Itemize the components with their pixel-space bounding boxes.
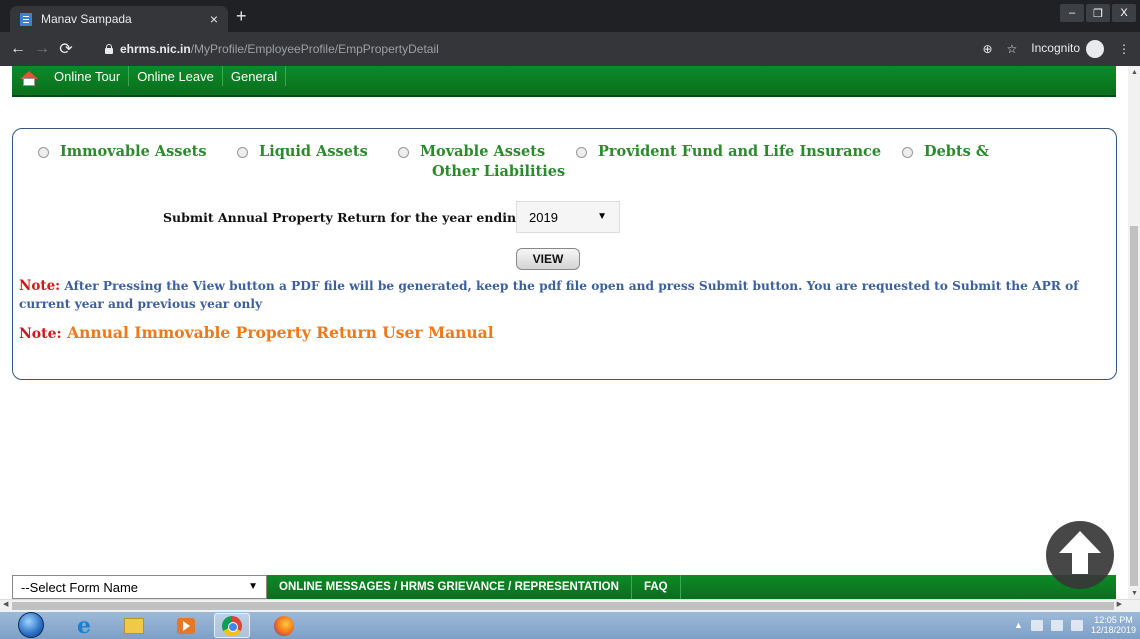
nav-item-online-tour[interactable]: Online Tour: [46, 66, 130, 86]
year-ending-select[interactable]: 2019 ▼: [516, 201, 620, 233]
lock-icon: [104, 44, 114, 54]
incognito-label: Incognito: [1031, 41, 1080, 56]
tray-expand-icon[interactable]: ▲: [1014, 620, 1023, 630]
nav-item-general[interactable]: General: [223, 66, 287, 86]
scroll-down-arrow-icon[interactable]: ▼: [1131, 590, 1138, 597]
address-bar: ← → ⟳ ehrms.nic.in/MyProfile/EmployeePro…: [0, 32, 1140, 66]
system-tray: ▲ 12:05 PM 12/18/2019: [1014, 615, 1136, 635]
action-center-flag-icon[interactable]: [1030, 619, 1043, 631]
clock-date: 12/18/2019: [1090, 625, 1136, 635]
dropdown-arrow-icon: ▼: [597, 211, 607, 222]
url-field[interactable]: ehrms.nic.in/MyProfile/EmployeeProfile/E…: [104, 36, 984, 62]
scroll-to-top-button[interactable]: [1046, 521, 1114, 589]
incognito-indicator[interactable]: Incognito: [1031, 40, 1104, 58]
radio-label: Debts &: [924, 143, 989, 160]
up-arrow-icon: [1059, 531, 1101, 553]
radio-movable-assets[interactable]: Movable Assets: [398, 143, 545, 160]
radio-button-icon[interactable]: [398, 147, 409, 158]
radio-label: Provident Fund and Life Insurance: [598, 143, 882, 160]
top-nav-menu: Online Tour Online Leave General: [12, 66, 1116, 97]
internet-explorer-icon[interactable]: e: [66, 613, 102, 639]
note-label: Note:: [19, 278, 61, 294]
page-viewport: Online Tour Online Leave General Immovab…: [0, 66, 1128, 599]
file-explorer-icon[interactable]: [116, 613, 152, 638]
bottom-nav-bar: --Select Form Name ▼ ONLINE MESSAGES / H…: [12, 575, 1116, 599]
radio-button-icon[interactable]: [38, 147, 49, 158]
form-select-value: --Select Form Name: [21, 580, 139, 595]
radio-button-icon[interactable]: [902, 147, 913, 158]
scroll-right-arrow-icon[interactable]: ▶: [1117, 600, 1122, 608]
note-label: Note:: [19, 326, 62, 342]
scroll-up-arrow-icon[interactable]: ▲: [1131, 69, 1138, 76]
page-favicon-icon: [20, 12, 32, 26]
browser-tab[interactable]: Manav Sampada ×: [10, 6, 228, 32]
bookmark-star-icon[interactable]: ☆: [1007, 42, 1018, 56]
radio-label-continued: Other Liabilities: [432, 163, 566, 180]
horizontal-scroll-thumb[interactable]: [12, 602, 1114, 610]
clock-time: 12:05 PM: [1094, 615, 1133, 625]
tab-title: Manav Sampada: [41, 12, 132, 26]
radio-liquid-assets[interactable]: Liquid Assets: [237, 143, 368, 160]
zoom-icon[interactable]: ⊕: [982, 42, 992, 56]
faq-link[interactable]: FAQ: [632, 575, 681, 599]
firefox-icon[interactable]: [266, 613, 302, 638]
view-instructions-note: Note: After Pressing the View button a P…: [19, 277, 1079, 313]
radio-button-icon[interactable]: [237, 147, 248, 158]
radio-label: Immovable Assets: [60, 143, 207, 160]
radio-label: Liquid Assets: [259, 143, 368, 160]
user-manual-link[interactable]: Annual Immovable Property Return User Ma…: [67, 323, 494, 342]
back-arrow-icon[interactable]: ←: [6, 40, 30, 58]
radio-debts-label-line2: Other Liabilities: [432, 163, 565, 180]
vertical-scroll-thumb[interactable]: [1130, 226, 1138, 586]
reload-icon[interactable]: ⟳: [54, 39, 78, 59]
nav-item-online-leave[interactable]: Online Leave: [129, 66, 223, 86]
radio-button-icon[interactable]: [576, 147, 587, 158]
vertical-scrollbar[interactable]: ▲ ▼: [1128, 66, 1140, 599]
horizontal-scrollbar[interactable]: ◀ ▶: [0, 599, 1140, 612]
radio-provident-fund[interactable]: Provident Fund and Life Insurance: [576, 143, 881, 160]
up-arrow-icon-stem: [1072, 552, 1088, 574]
radio-immovable-assets[interactable]: Immovable Assets: [38, 143, 207, 160]
minimize-button[interactable]: –: [1060, 4, 1084, 22]
maximize-button[interactable]: ❐: [1086, 4, 1110, 22]
window-controls: – ❐ X: [1060, 4, 1136, 22]
forward-arrow-icon[interactable]: →: [30, 40, 54, 58]
radio-label: Movable Assets: [420, 143, 546, 160]
online-messages-link[interactable]: ONLINE MESSAGES / HRMS GRIEVANCE / REPRE…: [267, 575, 632, 599]
new-tab-button[interactable]: +: [236, 7, 247, 25]
note-text: After Pressing the View button a PDF fil…: [19, 279, 1079, 311]
property-return-card: Immovable Assets Liquid Assets Movable A…: [12, 128, 1117, 380]
year-select-value: 2019: [529, 210, 558, 225]
tab-close-icon[interactable]: ×: [210, 11, 218, 27]
year-ending-label: Submit Annual Property Return for the ye…: [163, 210, 525, 225]
close-window-button[interactable]: X: [1112, 4, 1136, 22]
dropdown-arrow-icon: ▼: [248, 581, 258, 592]
radio-debts[interactable]: Debts &: [902, 143, 989, 160]
scroll-left-arrow-icon[interactable]: ◀: [3, 600, 8, 608]
url-path: /MyProfile/EmployeeProfile/EmpPropertyDe…: [190, 42, 439, 56]
volume-icon[interactable]: [1070, 619, 1083, 631]
home-icon[interactable]: [20, 71, 38, 87]
start-button-icon[interactable]: [18, 612, 44, 638]
windows-taskbar: e ▲ 12:05 PM 12/18/2019: [0, 612, 1140, 639]
media-player-icon[interactable]: [168, 613, 204, 638]
url-host: ehrms.nic.in: [120, 42, 191, 56]
browser-menu-icon[interactable]: ⋮: [1118, 42, 1130, 56]
select-form-name-dropdown[interactable]: --Select Form Name ▼: [12, 575, 267, 599]
chrome-taskbar-icon[interactable]: [214, 613, 250, 638]
screen: Manav Sampada × + – ❐ X ← → ⟳ ehrms.nic.…: [0, 0, 1140, 639]
address-bar-actions: ⊕ ☆ Incognito ⋮: [982, 40, 1130, 58]
system-clock[interactable]: 12:05 PM 12/18/2019: [1091, 615, 1136, 635]
browser-tab-strip: Manav Sampada × + – ❐ X: [0, 0, 1140, 32]
view-button[interactable]: VIEW: [516, 248, 580, 270]
asset-type-radio-group: Immovable Assets Liquid Assets Movable A…: [13, 143, 1116, 183]
user-manual-note: Note: Annual Immovable Property Return U…: [19, 323, 494, 342]
network-icon[interactable]: [1050, 619, 1063, 631]
incognito-icon: [1086, 40, 1104, 58]
